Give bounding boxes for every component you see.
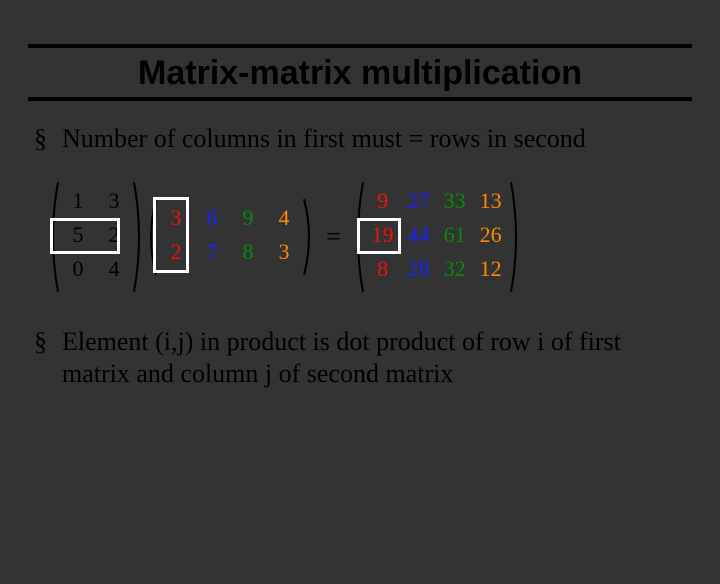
- b-0-3: 4: [266, 201, 302, 235]
- a-1-0: 5: [60, 218, 96, 252]
- matrix-b: 3 6 9 4 2 7 8 3: [150, 197, 310, 277]
- bullet-2: Element (i,j) in product is dot product …: [34, 326, 686, 391]
- c-1-0: 19: [365, 218, 401, 252]
- c-1-3: 26: [473, 218, 509, 252]
- a-0-1: 3: [96, 184, 132, 218]
- c-2-0: 8: [365, 252, 401, 286]
- paren-left-icon: [144, 197, 158, 277]
- c-0-2: 33: [437, 184, 473, 218]
- matrix-c: 9 27 33 13 19 44 61 26 8 28 32 12: [357, 180, 517, 294]
- bullet-list-2: Element (i,j) in product is dot product …: [0, 326, 720, 391]
- a-2-1: 4: [96, 252, 132, 286]
- bullet-1: Number of columns in first must = rows i…: [34, 123, 686, 156]
- b-1-2: 8: [230, 235, 266, 269]
- a-1-1: 2: [96, 218, 132, 252]
- c-2-2: 32: [437, 252, 473, 286]
- paren-right-icon: [509, 180, 523, 294]
- b-1-0: 2: [158, 235, 194, 269]
- b-0-0: 3: [158, 201, 194, 235]
- equals-sign: =: [320, 222, 347, 252]
- b-1-1: 7: [194, 235, 230, 269]
- b-0-1: 6: [194, 201, 230, 235]
- bottom-rule: [28, 97, 692, 101]
- paren-right-icon: [132, 180, 146, 294]
- paren-right-icon: [302, 197, 316, 277]
- title-block: Matrix-matrix multiplication: [0, 44, 720, 101]
- equation: 1 3 5 2 0 4 3 6 9 4: [52, 172, 720, 302]
- b-0-2: 9: [230, 201, 266, 235]
- matrix-a: 1 3 5 2 0 4: [52, 180, 140, 294]
- c-0-1: 27: [401, 184, 437, 218]
- paren-left-icon: [46, 180, 60, 294]
- a-2-0: 0: [60, 252, 96, 286]
- b-1-3: 3: [266, 235, 302, 269]
- c-2-1: 28: [401, 252, 437, 286]
- a-0-0: 1: [60, 184, 96, 218]
- slide-title: Matrix-matrix multiplication: [0, 48, 720, 97]
- paren-left-icon: [351, 180, 365, 294]
- bullet-list: Number of columns in first must = rows i…: [0, 123, 720, 156]
- c-0-0: 9: [365, 184, 401, 218]
- c-1-1: 44: [401, 218, 437, 252]
- c-2-3: 12: [473, 252, 509, 286]
- c-0-3: 13: [473, 184, 509, 218]
- c-1-2: 61: [437, 218, 473, 252]
